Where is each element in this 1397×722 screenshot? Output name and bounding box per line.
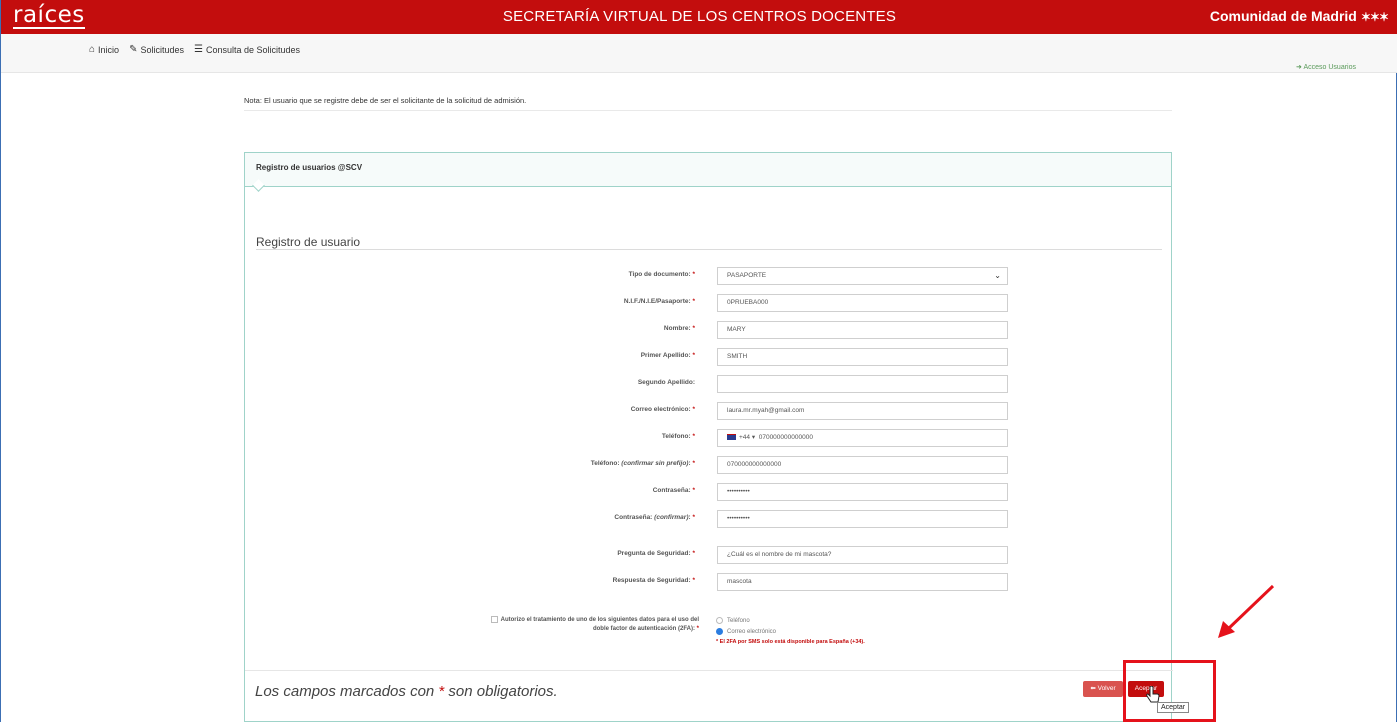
- security-question-input[interactable]: ¿Cuál es el nombre de mi mascota?: [717, 546, 1008, 564]
- nav-item-label: Solicitudes: [140, 44, 184, 55]
- row-nombre: Nombre: * MARY: [245, 321, 1171, 341]
- radio-selected-icon: [716, 628, 723, 635]
- divider: [256, 249, 1162, 250]
- section-title: Registro de usuario: [256, 235, 361, 249]
- password-confirm-input[interactable]: ••••••••••: [717, 510, 1008, 528]
- field-label: Correo electrónico: *: [630, 406, 695, 413]
- field-label: Nombre: *: [663, 325, 695, 332]
- row-contrasena-confirm: Contraseña: (confirmar): * ••••••••••: [245, 510, 1171, 530]
- row-segundo-apellido: Segundo Apellido:: [245, 375, 1171, 395]
- auth-warning: * El 2FA por SMS solo está disponible pa…: [716, 639, 865, 645]
- hand-cursor-icon: [1146, 686, 1160, 703]
- field-label: Tipo de documento: *: [628, 271, 695, 278]
- second-surname-input[interactable]: [717, 375, 1008, 393]
- nav-bar: ⌂ Inicio ✎ Solicitudes ☰ Consulta de Sol…: [1, 34, 1397, 73]
- document-number-input[interactable]: 0PRUEBA000: [717, 294, 1008, 312]
- field-label: Segundo Apellido:: [637, 379, 695, 386]
- volver-button[interactable]: ⬅ Volver: [1083, 681, 1123, 697]
- row-documento: N.I.F./N.I.E/Pasaporte: * 0PRUEBA000: [245, 294, 1171, 314]
- nav-item-label: Inicio: [98, 44, 120, 55]
- row-contrasena: Contraseña: * ••••••••••: [245, 483, 1171, 503]
- nav-item-consulta[interactable]: ☰ Consulta de Solicitudes: [194, 44, 300, 55]
- caret-icon: [252, 179, 265, 192]
- login-icon: ➜: [1296, 64, 1302, 71]
- row-telefono: Teléfono: * +44 ▾ 070000000000000: [245, 429, 1171, 449]
- phone-input[interactable]: +44 ▾ 070000000000000: [717, 429, 1008, 447]
- home-icon: ⌂: [89, 44, 96, 55]
- field-label: Respuesta de Seguridad: *: [612, 577, 695, 584]
- field-label: Primer Apellido: *: [640, 352, 695, 359]
- nav-item-label: Consulta de Solicitudes: [205, 44, 301, 55]
- auth-consent-label: Autorizo el tratamiento de uno de los si…: [490, 616, 699, 634]
- back-arrow-icon: ⬅: [1090, 685, 1096, 692]
- access-users-label: Acceso Usuarios: [1303, 64, 1356, 71]
- site-title: SECRETARÍA VIRTUAL DE LOS CENTROS DOCENT…: [502, 8, 897, 25]
- document-type-select[interactable]: PASAPORTE ⌄: [717, 267, 1008, 285]
- pencil-icon: ✎: [129, 44, 138, 55]
- access-users-link[interactable]: ➜ Acceso Usuarios: [1296, 63, 1356, 71]
- first-name-input[interactable]: MARY: [717, 321, 1008, 339]
- field-label: Pregunta de Seguridad: *: [617, 550, 695, 557]
- field-label: Teléfono: *: [661, 433, 695, 440]
- phone-prefix[interactable]: +44: [739, 434, 750, 441]
- madrid-stars-icon: ✶✶✶: [1360, 10, 1389, 24]
- row-telefono-confirm: Teléfono: (confirmar sin prefijo): * 070…: [245, 456, 1171, 476]
- nav-item-inicio[interactable]: ⌂ Inicio: [89, 44, 119, 55]
- aceptar-tooltip: Aceptar: [1157, 702, 1190, 713]
- panel-header: Registro de usuarios @SCV: [245, 153, 1171, 192]
- auth-option-phone[interactable]: Teléfono: [716, 615, 865, 626]
- divider: [245, 670, 1173, 671]
- auth-options: Teléfono Correo electrónico * El 2FA por…: [716, 615, 865, 645]
- row-pregunta: Pregunta de Seguridad: * ¿Cuál es el nom…: [245, 546, 1171, 566]
- phone-confirm-input[interactable]: 070000000000000: [717, 456, 1008, 474]
- registration-note: Nota: El usuario que se registre debe de…: [244, 96, 527, 105]
- auth-option-email[interactable]: Correo electrónico: [716, 626, 865, 637]
- row-respuesta: Respuesta de Seguridad: * mascota: [245, 573, 1171, 593]
- chevron-down-icon: ⌄: [994, 271, 1001, 280]
- list-icon: ☰: [193, 44, 203, 55]
- brand: Comunidad de Madrid ✶✶✶: [1209, 8, 1389, 24]
- row-primer-apellido: Primer Apellido: * SMITH: [245, 348, 1171, 368]
- password-input[interactable]: ••••••••••: [717, 483, 1008, 501]
- row-correo: Correo electrónico: * laura.mr.myah@gmai…: [245, 402, 1171, 422]
- nav-item-solicitudes[interactable]: ✎ Solicitudes: [129, 44, 184, 55]
- auth-consent-checkbox[interactable]: [490, 616, 498, 623]
- panel-title: Registro de usuarios @SCV: [256, 163, 363, 172]
- email-input[interactable]: laura.mr.myah@gmail.com: [717, 402, 1008, 420]
- top-bar: raíces SECRETARÍA VIRTUAL DE LOS CENTROS…: [1, 0, 1397, 34]
- field-label: Contraseña: (confirmar): *: [614, 514, 695, 521]
- field-label: Contraseña: *: [652, 487, 695, 494]
- brand-name: Comunidad de Madrid: [1209, 8, 1357, 24]
- annotation-arrow-icon: [1218, 584, 1275, 638]
- field-label: N.I.F./N.I.E/Pasaporte: *: [623, 298, 695, 305]
- required-fields-note: Los campos marcados con * son obligatori…: [255, 683, 558, 700]
- divider: [244, 110, 1172, 111]
- security-answer-input[interactable]: mascota: [717, 573, 1008, 591]
- registration-panel: Registro de usuarios @SCV Registro de us…: [244, 152, 1172, 722]
- uk-flag-icon: [727, 434, 736, 441]
- radio-icon: [716, 617, 723, 624]
- first-surname-input[interactable]: SMITH: [717, 348, 1008, 366]
- row-tipo-documento: Tipo de documento: * PASAPORTE ⌄: [245, 267, 1171, 287]
- field-label: Teléfono: (confirmar sin prefijo): *: [590, 460, 695, 467]
